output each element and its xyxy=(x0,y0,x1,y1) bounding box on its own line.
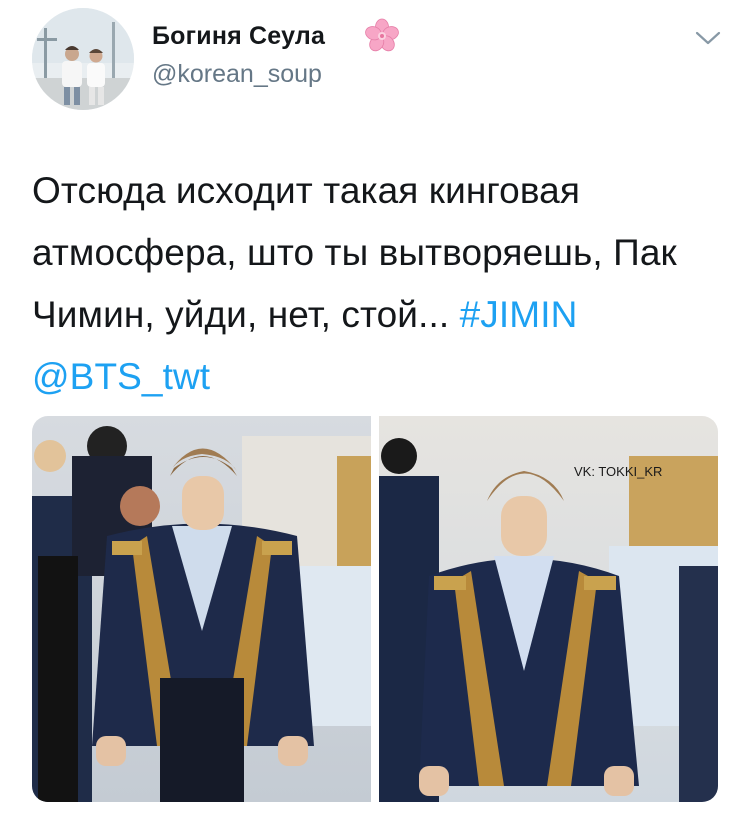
chevron-down-icon[interactable] xyxy=(694,28,722,48)
tweet-text: Отсюда исходит такая кинговая атмосфера,… xyxy=(32,160,722,408)
photo-image xyxy=(32,416,371,802)
photo-1[interactable] xyxy=(32,416,371,802)
cherry-blossom-icon xyxy=(365,18,399,52)
hashtag-link[interactable]: #JIMIN xyxy=(460,294,578,335)
tweet-card: Богиня Сеула @korean_soup Отсюда исходит… xyxy=(0,0,750,826)
display-name[interactable]: Богиня Сеула xyxy=(152,22,325,51)
avatar-image xyxy=(32,8,134,110)
photo-watermark: VK: TOKKI_KR xyxy=(574,464,663,479)
user-handle[interactable]: @korean_soup xyxy=(152,60,322,89)
avatar[interactable] xyxy=(32,8,134,110)
mention-link[interactable]: @BTS_twt xyxy=(32,356,210,397)
photo-image xyxy=(379,416,718,802)
media-grid: VK: TOKKI_KR xyxy=(32,416,718,802)
photo-2[interactable]: VK: TOKKI_KR xyxy=(379,416,718,802)
tweet-body: Отсюда исходит такая кинговая атмосфера,… xyxy=(32,170,677,335)
